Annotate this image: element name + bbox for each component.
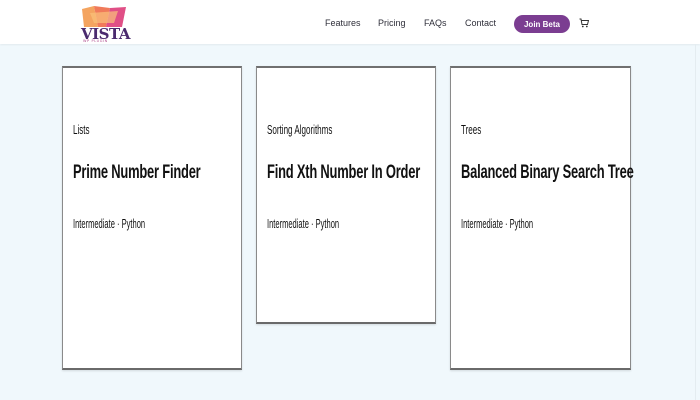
nav-features[interactable]: Features [325, 18, 361, 28]
course-card[interactable]: Sorting Algorithms Find Xth Number In Or… [256, 66, 436, 324]
nav-faqs[interactable]: FAQs [424, 18, 447, 28]
nav-pricing[interactable]: Pricing [378, 18, 406, 28]
cart-icon[interactable] [579, 18, 589, 28]
card-category: Lists [73, 122, 90, 137]
card-title: Prime Number Finder [73, 162, 201, 183]
card-meta: Intermediate · Python [461, 216, 534, 231]
card-meta: Intermediate · Python [267, 216, 340, 231]
card-title: Find Xth Number In Order [267, 162, 421, 183]
logo-tagline: WP PLUGIN [83, 39, 108, 43]
course-card[interactable]: Lists Prime Number Finder Intermediate ·… [62, 66, 242, 370]
card-category: Trees [461, 122, 482, 137]
card-meta: Intermediate · Python [73, 216, 146, 231]
nav-contact[interactable]: Contact [465, 18, 496, 28]
vista-logo[interactable]: VISTA WP PLUGIN [80, 5, 130, 43]
card-category: Sorting Algorithms [267, 122, 333, 137]
page-edge-divider [695, 44, 696, 400]
site-header: VISTA WP PLUGIN Features Pricing FAQs Co… [0, 0, 700, 44]
course-card[interactable]: Trees Balanced Binary Search Tree Interm… [450, 66, 634, 370]
card-title: Balanced Binary Search Tree [461, 162, 634, 183]
join-beta-button[interactable]: Join Beta [514, 15, 570, 33]
